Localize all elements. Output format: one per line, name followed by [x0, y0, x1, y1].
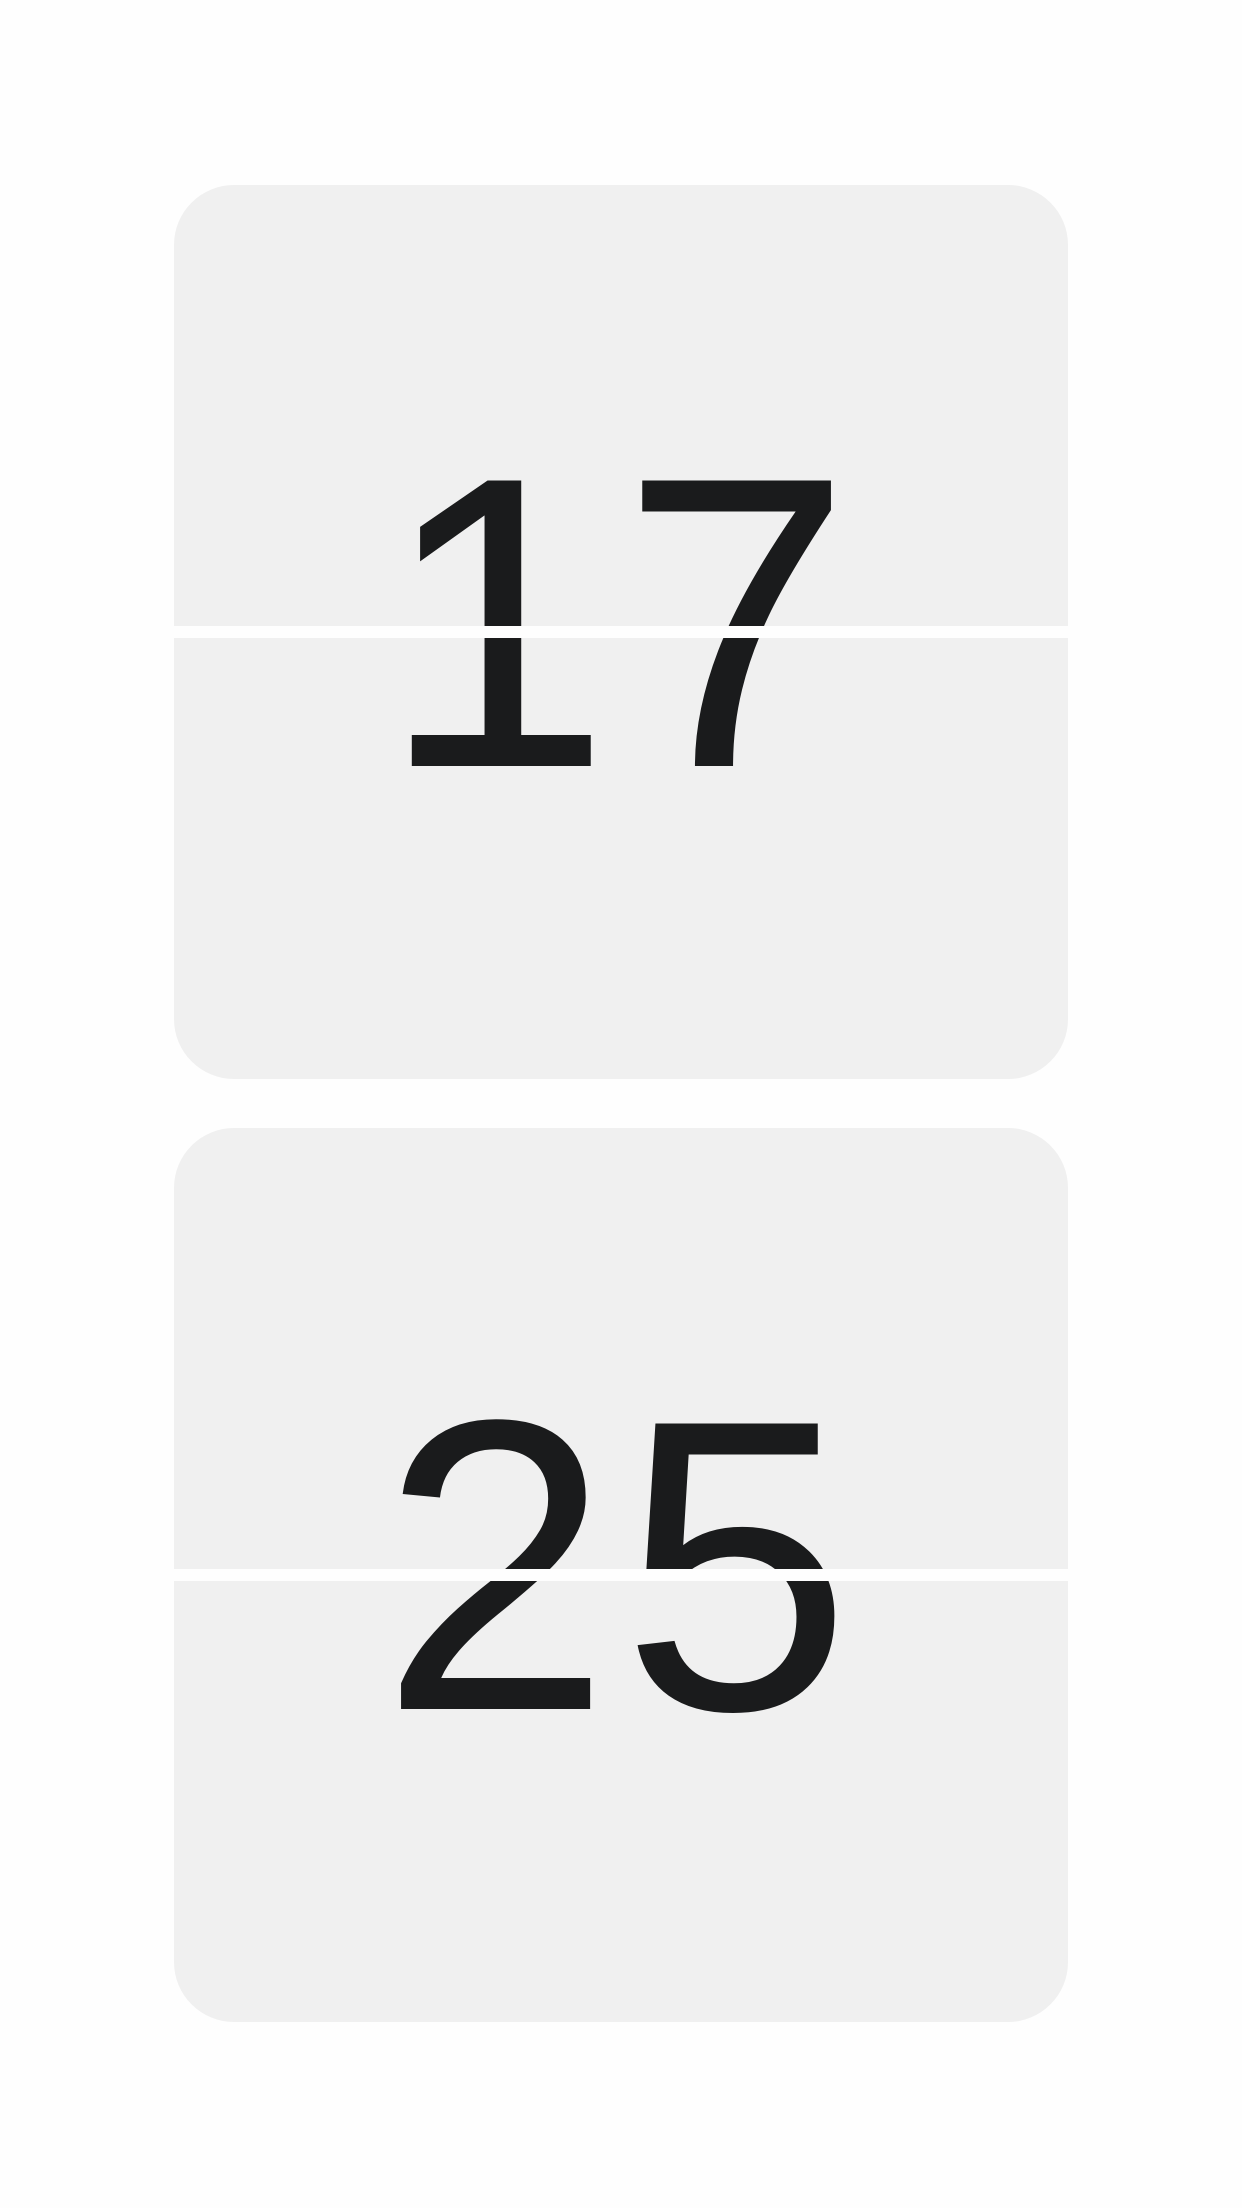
flip-divider [174, 626, 1068, 638]
hours-flip-card: 17 [174, 185, 1068, 1079]
flip-divider [174, 1569, 1068, 1581]
minutes-flip-card: 25 [174, 1128, 1068, 2022]
